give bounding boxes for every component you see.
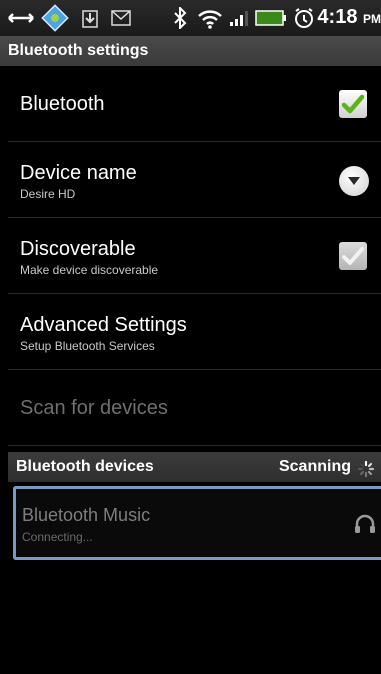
status-time: 4:18 PM xyxy=(317,6,381,28)
bluetooth-checkbox[interactable] xyxy=(339,90,367,118)
status-bar: 4:18 PM xyxy=(0,0,381,36)
discoverable-row[interactable]: Discoverable Make device discoverable xyxy=(8,218,381,294)
scanning-status: Scanning xyxy=(278,458,351,475)
device-name-label: Device name xyxy=(20,162,137,184)
headphones-icon xyxy=(353,512,377,539)
bluetooth-toggle-label: Bluetooth xyxy=(20,93,105,115)
checkmark-icon xyxy=(342,247,364,265)
advanced-settings-row[interactable]: Advanced Settings Setup Bluetooth Servic… xyxy=(8,294,381,370)
usb-icon xyxy=(4,4,38,32)
bluetooth-toggle-row[interactable]: Bluetooth xyxy=(8,66,381,142)
bluetooth-icon xyxy=(172,4,188,32)
scan-for-devices-row[interactable]: Scan for devices xyxy=(8,370,381,446)
settings-list: Bluetooth Device name Desire HD Discover… xyxy=(8,66,381,446)
advanced-settings-label: Advanced Settings xyxy=(20,314,187,336)
discoverable-description: Make device discoverable xyxy=(20,263,159,277)
advanced-settings-description: Setup Bluetooth Services xyxy=(20,339,155,353)
scan-for-devices-label: Scan for devices xyxy=(20,397,168,419)
sync-icon xyxy=(40,4,70,32)
device-item-bluetooth-music[interactable]: Bluetooth Music Connecting... xyxy=(13,486,381,560)
device-status: Connecting... xyxy=(22,530,93,544)
checkmark-icon xyxy=(341,94,365,114)
alarm-icon xyxy=(292,4,316,32)
devices-section-header: Bluetooth devices Scanning xyxy=(8,452,381,482)
download-icon xyxy=(80,4,100,32)
discoverable-label: Discoverable xyxy=(20,238,136,260)
discoverable-checkbox[interactable] xyxy=(339,242,367,270)
device-name: Bluetooth Music xyxy=(22,505,151,525)
chevron-down-icon[interactable] xyxy=(339,166,369,196)
page-title: Bluetooth settings xyxy=(0,36,381,66)
wifi-icon xyxy=(196,4,224,32)
spinner-icon xyxy=(357,459,375,489)
signal-icon xyxy=(228,4,250,32)
mail-icon xyxy=(110,4,132,32)
battery-icon xyxy=(254,4,288,32)
devices-section-title: Bluetooth devices xyxy=(16,458,154,475)
device-name-value: Desire HD xyxy=(20,187,76,201)
device-name-row[interactable]: Device name Desire HD xyxy=(8,142,381,218)
